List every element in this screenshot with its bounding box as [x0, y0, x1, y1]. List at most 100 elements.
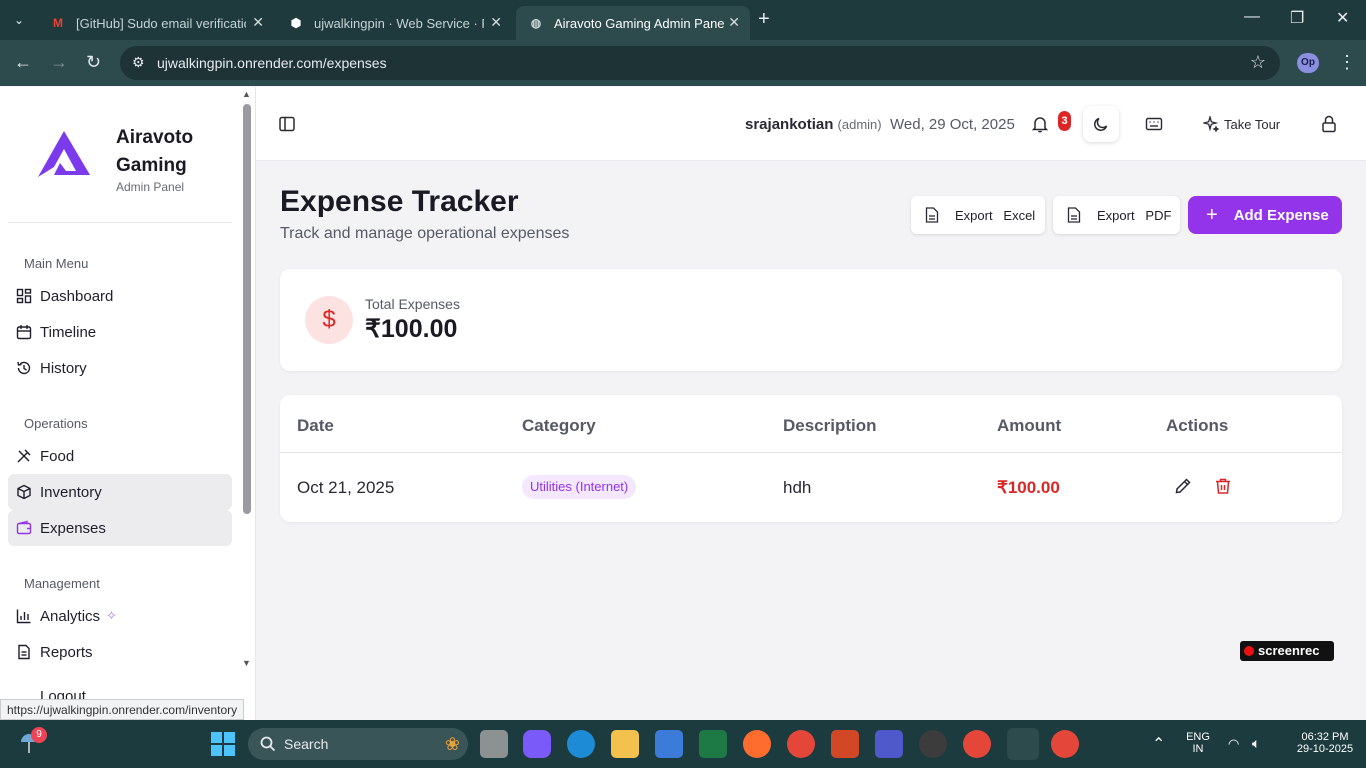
browser-tab-render[interactable]: ⬢ ujwalkingpin · Web Service · Re ✕ [276, 6, 512, 40]
username: srajankotian [745, 116, 834, 133]
column-header-date[interactable]: Date [297, 416, 334, 436]
profile-avatar[interactable]: Op [1297, 53, 1319, 73]
chrome-icon[interactable] [787, 730, 815, 758]
bar-chart-icon [16, 609, 31, 624]
moon-icon [1094, 117, 1108, 131]
copilot-icon[interactable] [523, 730, 551, 758]
close-window-icon[interactable]: ✕ [1336, 8, 1349, 28]
powerpoint-icon[interactable] [831, 730, 859, 758]
site-info-icon[interactable]: ⚙ [132, 54, 145, 71]
delete-trash-icon[interactable] [1214, 477, 1232, 495]
volume-icon[interactable]: 🔈︎ [1252, 735, 1260, 752]
browser-tab-gmail[interactable]: M [GitHub] Sudo email verification ✕ [38, 6, 274, 40]
address-bar[interactable]: ⚙ ujwalkingpin.onrender.com/expenses ☆ [120, 46, 1280, 80]
clock-date: 29-10-2025 [1296, 743, 1354, 755]
dollar-icon: $ [305, 296, 353, 344]
edit-pencil-icon[interactable] [1174, 477, 1192, 495]
gmail-icon: M [53, 16, 63, 30]
back-arrow-icon[interactable]: ← [14, 52, 32, 73]
sidebar-toggle-icon[interactable] [278, 115, 296, 133]
bell-icon[interactable] [1032, 115, 1048, 133]
top-header: srajankotian (admin) Wed, 29 Oct, 2025 3… [256, 87, 1366, 161]
add-expense-label: Add Expense [1233, 206, 1329, 224]
forward-arrow-icon[interactable]: → [50, 52, 68, 73]
speedometer-app-icon[interactable] [919, 730, 947, 758]
excel-icon[interactable] [699, 730, 727, 758]
column-header-category[interactable]: Category [522, 416, 596, 436]
expenses-table: Date Category Description Amount Actions… [280, 395, 1342, 522]
scroll-down-arrow-icon[interactable]: ▼ [242, 658, 251, 668]
microsoft-store-icon[interactable] [655, 730, 683, 758]
new-tab-plus-icon[interactable]: + [758, 8, 770, 31]
lock-icon[interactable] [1321, 115, 1337, 133]
sidebar-item-label: Reports [40, 643, 93, 661]
screenrec-watermark: screenrec [1240, 641, 1334, 661]
header-user: srajankotian (admin) [745, 116, 882, 133]
sidebar-scroll-thumb[interactable] [243, 104, 251, 514]
tray-expand-icon[interactable]: ⌃ [1152, 734, 1165, 754]
browser-menu-icon[interactable]: ⋮ [1338, 52, 1356, 73]
close-tab-icon[interactable]: ✕ [728, 14, 740, 31]
sidebar-item-expenses[interactable]: Expenses [8, 510, 232, 546]
language-indicator[interactable]: ENG IN [1184, 731, 1212, 755]
firefox-icon[interactable] [743, 730, 771, 758]
sidebar-item-label: Analytics [40, 607, 101, 625]
sidebar-item-dashboard[interactable]: Dashboard [8, 278, 232, 314]
section-operations: Operations [24, 416, 88, 431]
search-label: Search [284, 736, 329, 752]
edge-browser-icon[interactable] [567, 730, 595, 758]
brand-name: Airavoto Gaming [116, 127, 194, 176]
chrome-profile-icon[interactable] [963, 730, 991, 758]
notification-badge: 3 [1058, 111, 1071, 131]
category-badge: Utilities (Internet) [522, 475, 637, 499]
sidebar-item-timeline[interactable]: Timeline [8, 314, 232, 350]
cell-amount: ₹100.00 [997, 478, 1060, 497]
teams-icon[interactable] [875, 730, 903, 758]
sidebar-item-food[interactable]: Food [8, 438, 232, 474]
sidebar: Airavoto Gaming Admin Panel Main Menu Da… [0, 87, 256, 720]
airavoto-logo-icon [38, 131, 90, 177]
total-expenses-value: ₹100.00 [365, 315, 458, 343]
file-explorer-icon[interactable] [611, 730, 639, 758]
windows-start-icon[interactable] [210, 731, 236, 757]
scroll-up-arrow-icon[interactable]: ▲ [242, 89, 251, 99]
tab-title: Airavoto Gaming Admin Panel [554, 15, 724, 31]
tab-search-chevron-icon[interactable]: ⌄ [8, 9, 30, 31]
export-pdf-button[interactable]: Export PDF [1053, 196, 1180, 234]
restore-icon[interactable]: ❐ [1290, 8, 1304, 28]
column-header-amount[interactable]: Amount [997, 416, 1061, 436]
close-tab-icon[interactable]: ✕ [490, 14, 502, 31]
sidebar-item-label: History [40, 359, 87, 377]
wallet-icon [16, 520, 32, 535]
chrome-active-icon[interactable] [1007, 728, 1039, 760]
keyboard-icon[interactable] [1145, 116, 1163, 132]
section-management: Management [24, 576, 100, 591]
task-view-icon[interactable] [480, 730, 508, 758]
sidebar-item-inventory[interactable]: Inventory [8, 474, 232, 510]
browser-tab-admin[interactable]: ◍ Airavoto Gaming Admin Panel ✕ [516, 6, 750, 40]
export-excel-label: Export Excel [955, 207, 1036, 223]
taskbar-search-box[interactable]: Search ❀ [248, 728, 468, 760]
close-tab-icon[interactable]: ✕ [252, 14, 264, 31]
add-expense-button[interactable]: + Add Expense [1188, 196, 1342, 234]
chrome-profile-icon[interactable] [1051, 730, 1079, 758]
file-icon [1067, 207, 1081, 223]
theme-toggle-button[interactable] [1083, 106, 1119, 142]
export-excel-button[interactable]: Export Excel [911, 196, 1045, 234]
take-tour-button[interactable]: Take Tour [1203, 116, 1280, 132]
weather-badge: 9 [31, 727, 47, 743]
file-icon [925, 207, 939, 223]
sidebar-item-reports[interactable]: Reports [8, 634, 232, 670]
taskbar-clock[interactable]: 06:32 PM 29-10-2025 [1292, 731, 1358, 755]
sidebar-item-analytics[interactable]: Analytics ✧ [8, 598, 232, 634]
sidebar-item-history[interactable]: History [8, 350, 232, 386]
minimize-icon[interactable]: — [1244, 8, 1260, 26]
reload-icon[interactable]: ↻ [86, 52, 101, 73]
history-icon [17, 361, 31, 375]
column-header-description[interactable]: Description [783, 416, 877, 436]
bookmark-star-icon[interactable]: ☆ [1250, 52, 1266, 73]
windows-taskbar: 9 Search ❀ ⌃ ENG IN ◠ 🔈︎ 06:32 PM 29-10-… [0, 720, 1366, 768]
wifi-icon[interactable]: ◠ [1228, 736, 1239, 752]
url-text[interactable]: ujwalkingpin.onrender.com/expenses [157, 55, 387, 71]
calendar-icon [16, 325, 32, 340]
